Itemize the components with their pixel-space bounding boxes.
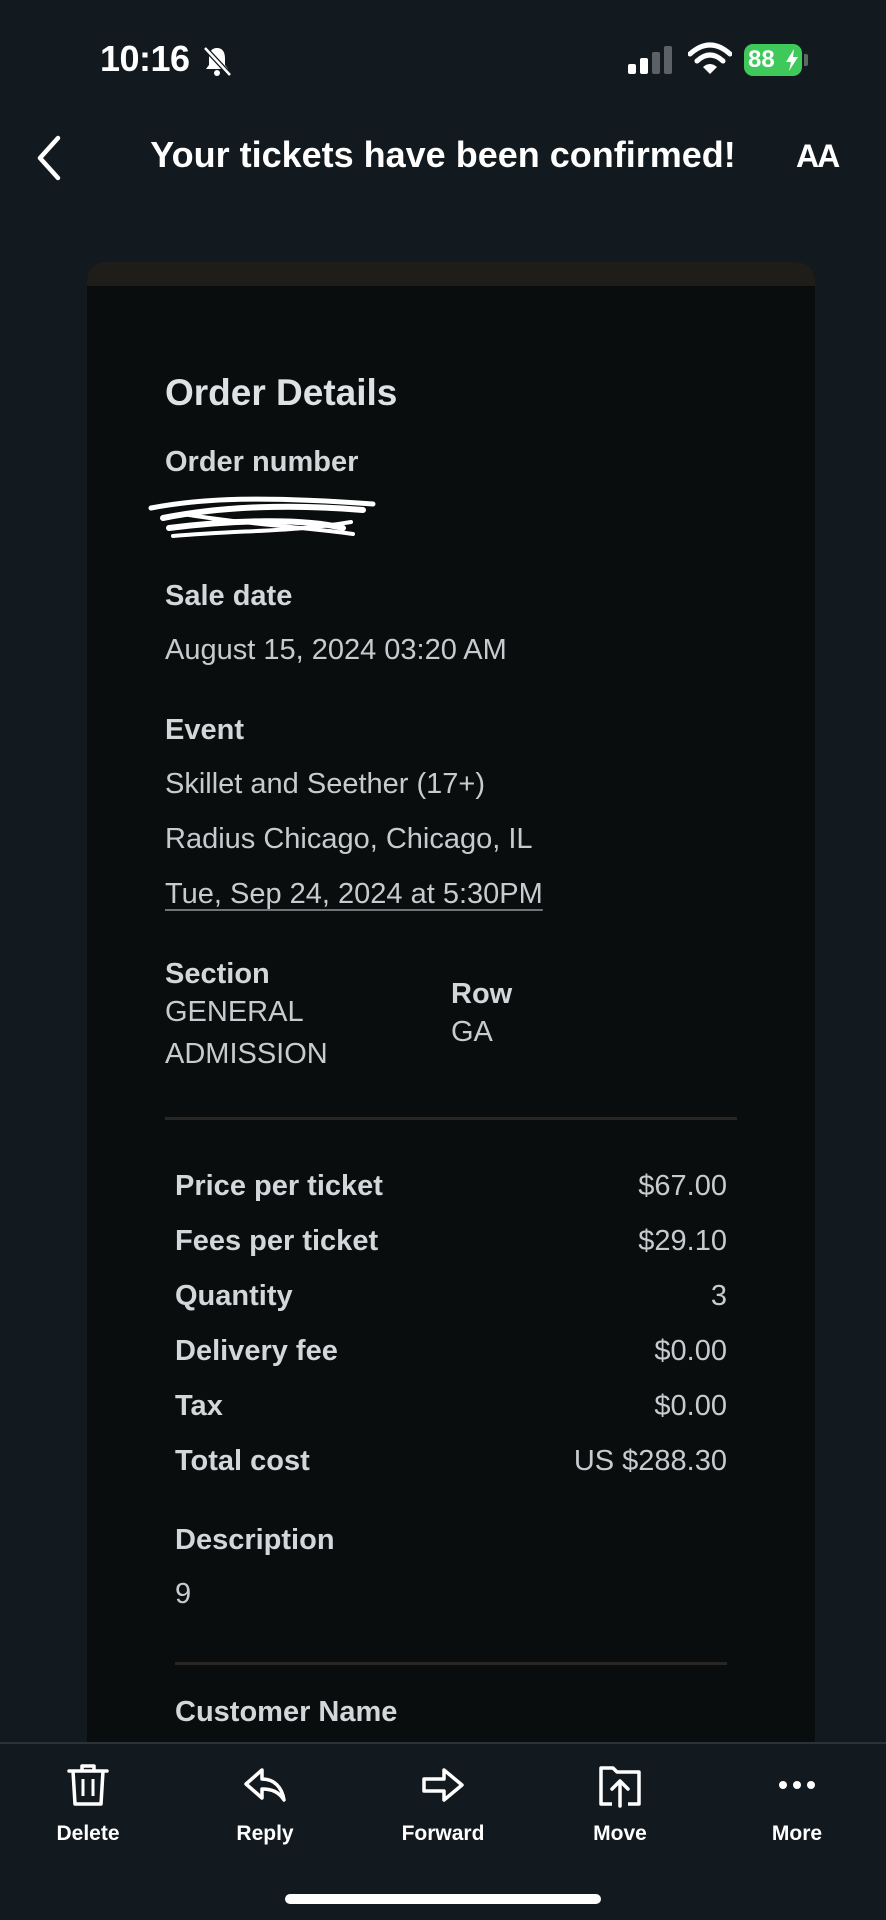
text-size-icon[interactable]: AA: [796, 138, 840, 175]
forward-label: Forward: [401, 1822, 485, 1845]
event-label: Event: [165, 714, 244, 746]
pricing-row-price: Price per ticket $67.00: [175, 1170, 727, 1210]
pricing-value: $67.00: [638, 1170, 727, 1202]
reply-arrow-icon: [244, 1768, 286, 1802]
pricing-label: Fees per ticket: [175, 1225, 379, 1257]
order-details-heading: Order Details: [165, 372, 398, 413]
email-header: Your tickets have been confirmed! AA: [0, 120, 886, 210]
delete-label: Delete: [56, 1822, 120, 1845]
forward-button[interactable]: Forward: [373, 1762, 513, 1862]
bell-muted-icon: [203, 46, 232, 77]
pricing-row-quantity: Quantity 3: [175, 1280, 727, 1320]
move-label: Move: [593, 1822, 647, 1845]
card-top-band: [87, 262, 815, 286]
reply-button[interactable]: Reply: [195, 1762, 335, 1862]
pricing-row-tax: Tax $0.00: [175, 1390, 727, 1430]
move-folder-icon: [599, 1766, 641, 1808]
row-label: Row: [451, 978, 513, 1010]
order-number-label: Order number: [165, 446, 359, 478]
pricing-label: Total cost: [175, 1445, 310, 1477]
pricing-label: Price per ticket: [175, 1170, 383, 1202]
pricing-row-delivery: Delivery fee $0.00: [175, 1335, 727, 1375]
event-datetime-link[interactable]: Tue, Sep 24, 2024 at 5:30PM: [165, 878, 543, 911]
description-divider: [175, 1662, 727, 1665]
pricing-value: US $288.30: [573, 1445, 727, 1477]
event-name: Skillet and Seether (17+): [165, 768, 485, 800]
battery-level: 88: [748, 46, 775, 73]
more-dots-icon: [779, 1781, 815, 1789]
forward-arrow-icon: [422, 1768, 464, 1802]
more-label: More: [771, 1822, 823, 1845]
pricing-value: $0.00: [654, 1335, 727, 1367]
pricing-value: $0.00: [654, 1390, 727, 1422]
delete-button[interactable]: Delete: [18, 1762, 158, 1862]
pricing-label: Tax: [175, 1390, 223, 1422]
status-bar: 10:16 88: [0, 0, 886, 120]
description-label: Description: [175, 1524, 335, 1556]
trash-icon: [67, 1764, 109, 1806]
email-screen: 10:16 88 Your tickets have been confirme…: [0, 0, 886, 1920]
home-indicator[interactable]: [285, 1894, 601, 1904]
event-venue: Radius Chicago, Chicago, IL: [165, 823, 533, 855]
wifi-icon: [688, 42, 732, 74]
charging-bolt-icon: [786, 49, 798, 71]
email-body-card: Order Details Order number Sale date Aug…: [87, 262, 815, 1742]
sale-date-value: August 15, 2024 03:20 AM: [165, 634, 507, 666]
more-button[interactable]: More: [727, 1762, 867, 1862]
description-value: 9: [175, 1578, 192, 1610]
email-subject: Your tickets have been confirmed!: [150, 134, 736, 175]
reply-label: Reply: [236, 1822, 294, 1845]
pricing-label: Delivery fee: [175, 1335, 338, 1367]
row-value: GA: [451, 1016, 493, 1048]
customer-name-label: Customer Name: [175, 1696, 398, 1728]
status-time: 10:16: [100, 38, 190, 79]
redacted-order-number: [148, 496, 376, 538]
section-value-line2: ADMISSION: [165, 1038, 328, 1070]
move-button[interactable]: Move: [550, 1762, 690, 1862]
pricing-row-total: Total cost US $288.30: [175, 1445, 727, 1485]
section-label: Section: [165, 958, 270, 990]
pricing-value: $29.10: [638, 1225, 727, 1257]
pricing-label: Quantity: [175, 1280, 293, 1312]
pricing-value: 3: [710, 1280, 727, 1312]
cellular-signal-icon: [628, 46, 672, 74]
section-divider: [165, 1117, 737, 1120]
battery-indicator: 88: [744, 44, 808, 76]
pricing-row-fees: Fees per ticket $29.10: [175, 1225, 727, 1265]
sale-date-label: Sale date: [165, 580, 293, 612]
section-value-line1: GENERAL: [165, 996, 304, 1028]
